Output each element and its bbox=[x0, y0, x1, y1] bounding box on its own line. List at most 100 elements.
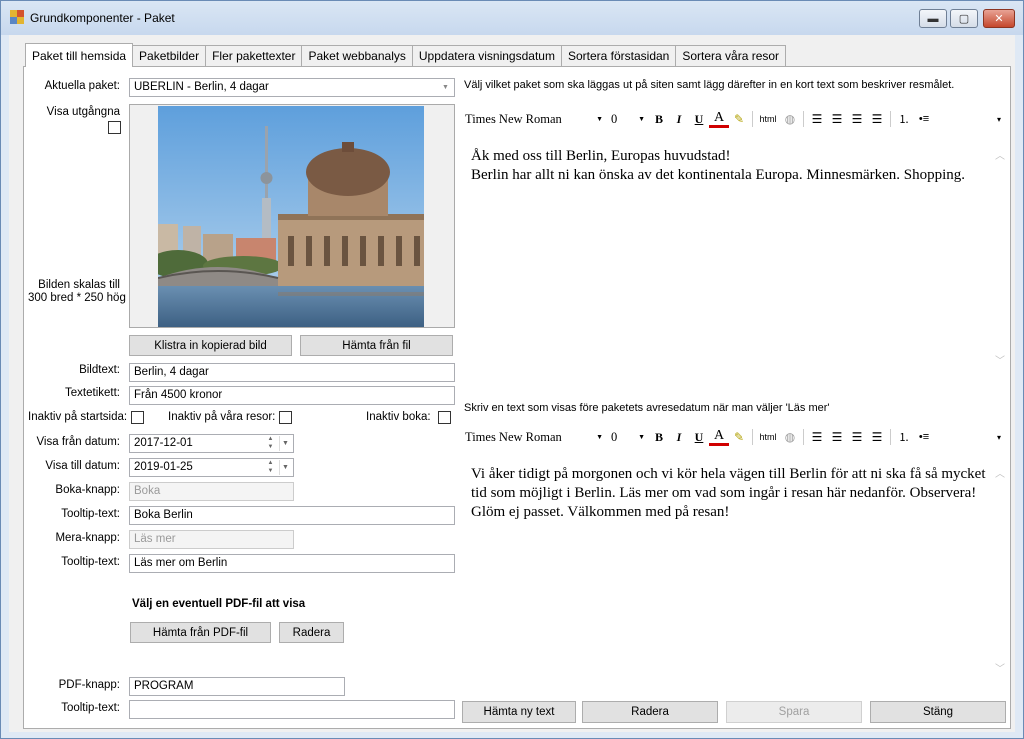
visa-fran-datepicker[interactable]: 2017-12-01 ▲ ▼ ▼ bbox=[129, 434, 294, 453]
visa-till-datepicker[interactable]: 2019-01-25 ▲ ▼ ▼ bbox=[129, 458, 294, 477]
align-right-icon[interactable]: ☰ bbox=[847, 427, 867, 447]
bullet-list-icon[interactable]: •≡ bbox=[914, 427, 934, 447]
toolbar-overflow-icon[interactable]: ▾ bbox=[989, 109, 1009, 129]
delete-text-button[interactable]: Radera bbox=[582, 701, 718, 723]
highlight-icon[interactable]: ✎ bbox=[729, 427, 749, 447]
paste-image-button[interactable]: Klistra in kopierad bild bbox=[129, 335, 292, 356]
font-family-combo[interactable]: Times New Roman ▼ bbox=[461, 427, 607, 447]
pdf-delete-button[interactable]: Radera bbox=[279, 622, 344, 643]
close-window-button[interactable]: Stäng bbox=[870, 701, 1006, 723]
bildtext-input[interactable]: Berlin, 4 dagar bbox=[129, 363, 455, 382]
align-justify-icon[interactable]: ☰ bbox=[867, 109, 887, 129]
inaktiv-startsida-checkbox[interactable] bbox=[131, 411, 144, 424]
inaktiv-resor-checkbox[interactable] bbox=[279, 411, 292, 424]
pdf-fetch-button[interactable]: Hämta från PDF-fil bbox=[130, 622, 271, 643]
visa-fran-label: Visa från datum: bbox=[36, 436, 120, 448]
fetch-image-file-button[interactable]: Hämta från fil bbox=[300, 335, 453, 356]
chevron-down-icon[interactable]: ▼ bbox=[596, 115, 603, 123]
numbered-list-icon[interactable]: ⒈ bbox=[894, 427, 914, 447]
toolbar-separator bbox=[890, 429, 891, 445]
visa-utgangna-checkbox[interactable] bbox=[108, 121, 121, 134]
align-right-icon[interactable]: ☰ bbox=[847, 109, 867, 129]
boka-knapp-label: Boka-knapp: bbox=[55, 484, 120, 496]
inaktiv-resor-label: Inaktiv på våra resor: bbox=[168, 411, 276, 423]
editor1-content[interactable]: Åk med oss till Berlin, Europas huvudsta… bbox=[461, 137, 1009, 383]
highlight-icon[interactable]: ✎ bbox=[729, 109, 749, 129]
font-family-combo[interactable]: Times New Roman ▼ bbox=[461, 109, 607, 129]
bold-icon[interactable]: B bbox=[649, 427, 669, 447]
toolbar-separator bbox=[803, 111, 804, 127]
font-size-combo[interactable]: 0 ▼ bbox=[607, 109, 649, 129]
toolbar-overflow-icon[interactable]: ▾ bbox=[989, 427, 1009, 447]
italic-icon[interactable]: I bbox=[669, 427, 689, 447]
scroll-down-icon[interactable]: ﹀ bbox=[995, 660, 1005, 679]
font-color-icon[interactable]: A bbox=[709, 110, 729, 128]
italic-icon[interactable]: I bbox=[669, 109, 689, 129]
title-bar[interactable]: Grundkomponenter - Paket ▬ ▢ ✕ bbox=[1, 1, 1023, 35]
tab-sortera-forstasidan[interactable]: Sortera förstasidan bbox=[561, 45, 677, 66]
boka-knapp-input: Boka bbox=[129, 482, 294, 501]
tooltip-text-input-1[interactable]: Boka Berlin bbox=[129, 506, 455, 525]
tab-fler-pakettexter[interactable]: Fler pakettexter bbox=[206, 45, 303, 66]
chevron-down-icon[interactable]: ▼ bbox=[439, 81, 452, 94]
visa-fran-value: 2017-12-01 bbox=[134, 437, 193, 449]
inaktiv-boka-label: Inaktiv boka: bbox=[366, 411, 431, 423]
aktuella-paket-combo[interactable]: UBERLIN - Berlin, 4 dagar ▼ bbox=[129, 78, 455, 97]
html-icon[interactable]: html bbox=[756, 109, 780, 129]
visa-till-label: Visa till datum: bbox=[45, 460, 120, 472]
toolbar-separator bbox=[752, 429, 753, 445]
scroll-up-icon[interactable]: ︿ bbox=[995, 465, 1005, 484]
tab-paket-till-hemsida[interactable]: Paket till hemsida bbox=[25, 43, 134, 67]
fetch-new-text-button[interactable]: Hämta ny text bbox=[462, 701, 576, 723]
tooltip-text-input-2[interactable]: Läs mer om Berlin bbox=[129, 554, 455, 573]
bold-icon[interactable]: B bbox=[649, 109, 669, 129]
font-color-icon[interactable]: A bbox=[709, 428, 729, 446]
align-center-icon[interactable]: ☰ bbox=[827, 427, 847, 447]
pdf-knapp-input[interactable]: PROGRAM bbox=[129, 677, 345, 696]
tab-sortera-vara-resor[interactable]: Sortera våra resor bbox=[676, 45, 787, 66]
close-button[interactable]: ✕ bbox=[983, 9, 1015, 28]
editor2-content[interactable]: Vi åker tidigt på morgonen och vi kör he… bbox=[461, 455, 1009, 691]
tooltip-text-label-2: Tooltip-text: bbox=[61, 556, 120, 568]
chevron-down-icon[interactable]: ▼ bbox=[279, 436, 291, 451]
numbered-list-icon[interactable]: ⒈ bbox=[894, 109, 914, 129]
bullet-list-icon[interactable]: •≡ bbox=[914, 109, 934, 129]
textetikett-label: Textetikett: bbox=[65, 387, 120, 399]
prompt-text-2: Skriv en text som visas före paketets av… bbox=[464, 402, 830, 414]
tab-paketbilder[interactable]: Paketbilder bbox=[133, 45, 207, 66]
date-spin-icon[interactable]: ▲ ▼ bbox=[264, 459, 277, 476]
globe-icon[interactable]: ◍ bbox=[780, 109, 800, 129]
pdf-heading: Välj en eventuell PDF-fil att visa bbox=[132, 598, 306, 610]
date-spin-icon[interactable]: ▲ ▼ bbox=[264, 435, 277, 452]
scroll-down-icon[interactable]: ﹀ bbox=[995, 352, 1005, 371]
underline-icon[interactable]: U bbox=[689, 109, 709, 129]
chevron-down-icon[interactable]: ▼ bbox=[279, 460, 291, 475]
mera-knapp-input: Läs mer bbox=[129, 530, 294, 549]
tab-uppdatera-visningsdatum[interactable]: Uppdatera visningsdatum bbox=[412, 45, 562, 66]
inaktiv-boka-checkbox[interactable] bbox=[438, 411, 451, 424]
chevron-down-icon[interactable]: ▼ bbox=[638, 115, 645, 123]
font-size-value: 0 bbox=[611, 111, 618, 126]
align-justify-icon[interactable]: ☰ bbox=[867, 427, 887, 447]
maximize-button[interactable]: ▢ bbox=[950, 9, 978, 28]
textetikett-input[interactable]: Från 4500 kronor bbox=[129, 386, 455, 405]
align-center-icon[interactable]: ☰ bbox=[827, 109, 847, 129]
align-left-icon[interactable]: ☰ bbox=[807, 109, 827, 129]
tab-strip: Paket till hemsida Paketbilder Fler pake… bbox=[25, 43, 787, 67]
aktuella-paket-label: Aktuella paket: bbox=[44, 80, 120, 92]
tooltip-text-label-1: Tooltip-text: bbox=[61, 508, 120, 520]
html-icon[interactable]: html bbox=[756, 427, 780, 447]
align-left-icon[interactable]: ☰ bbox=[807, 427, 827, 447]
client-area: Paket till hemsida Paketbilder Fler pake… bbox=[9, 35, 1015, 732]
scroll-up-icon[interactable]: ︿ bbox=[995, 147, 1005, 166]
minimize-button[interactable]: ▬ bbox=[919, 9, 947, 28]
tab-paket-webbanalys[interactable]: Paket webbanalys bbox=[302, 45, 413, 66]
font-size-combo[interactable]: 0 ▼ bbox=[607, 427, 649, 447]
font-size-value: 0 bbox=[611, 429, 618, 444]
globe-icon[interactable]: ◍ bbox=[780, 427, 800, 447]
tooltip-text-input-3[interactable] bbox=[129, 700, 455, 719]
underline-icon[interactable]: U bbox=[689, 427, 709, 447]
visa-utgangna-label: Visa utgångna bbox=[46, 106, 120, 118]
chevron-down-icon[interactable]: ▼ bbox=[596, 433, 603, 441]
chevron-down-icon[interactable]: ▼ bbox=[638, 433, 645, 441]
